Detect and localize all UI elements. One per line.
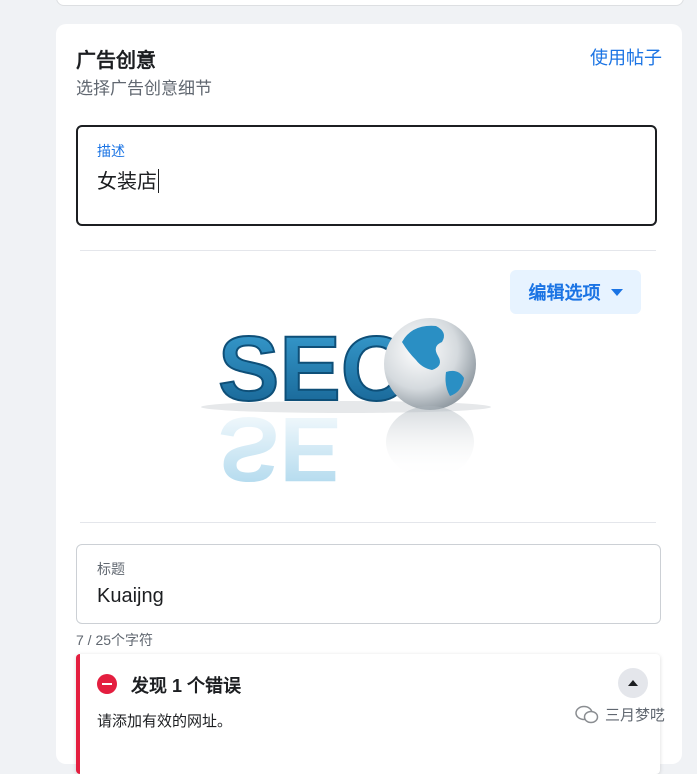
edit-options-label: 编辑选项 <box>528 283 601 303</box>
char-count: 7 / 25个字符 <box>76 632 154 648</box>
headline-label: 标题 <box>97 561 125 577</box>
text-caret <box>158 169 159 193</box>
headline-field[interactable]: 标题 Kuaijng <box>76 544 661 624</box>
watermark: 三月梦呓 <box>575 704 665 725</box>
edit-options-button[interactable]: 编辑选项 <box>510 270 641 314</box>
seo-globe-image: SEO SE <box>201 317 491 492</box>
collapse-button[interactable] <box>618 668 648 698</box>
divider <box>80 522 656 523</box>
caret-down-icon <box>610 288 623 296</box>
wechat-icon <box>575 705 599 723</box>
watermark-text: 三月梦呓 <box>605 707 666 724</box>
divider <box>80 250 656 251</box>
headline-input[interactable]: Kuaijng <box>97 585 164 608</box>
svg-text:SE: SE <box>218 398 341 492</box>
ad-creative-card: 广告创意 选择广告创意细节 使用帖子 描述 女装店 编辑选项 SEO SE 标题… <box>56 24 682 774</box>
description-value: 女装店 <box>97 171 157 193</box>
card-title: 广告创意 <box>76 50 156 72</box>
error-message: 请添加有效的网址。 <box>97 713 233 730</box>
use-post-link[interactable]: 使用帖子 <box>590 44 662 70</box>
error-panel: 发现 1 个错误 请添加有效的网址。 <box>76 654 660 774</box>
error-title: 发现 1 个错误 <box>131 676 242 696</box>
description-input[interactable]: 女装店 <box>97 165 159 194</box>
description-field[interactable]: 描述 女装店 <box>76 125 657 226</box>
chevron-up-icon <box>628 680 638 686</box>
error-icon <box>97 674 117 694</box>
previous-card <box>56 0 684 6</box>
description-label: 描述 <box>97 143 125 159</box>
card-subtitle: 选择广告创意细节 <box>76 79 212 98</box>
